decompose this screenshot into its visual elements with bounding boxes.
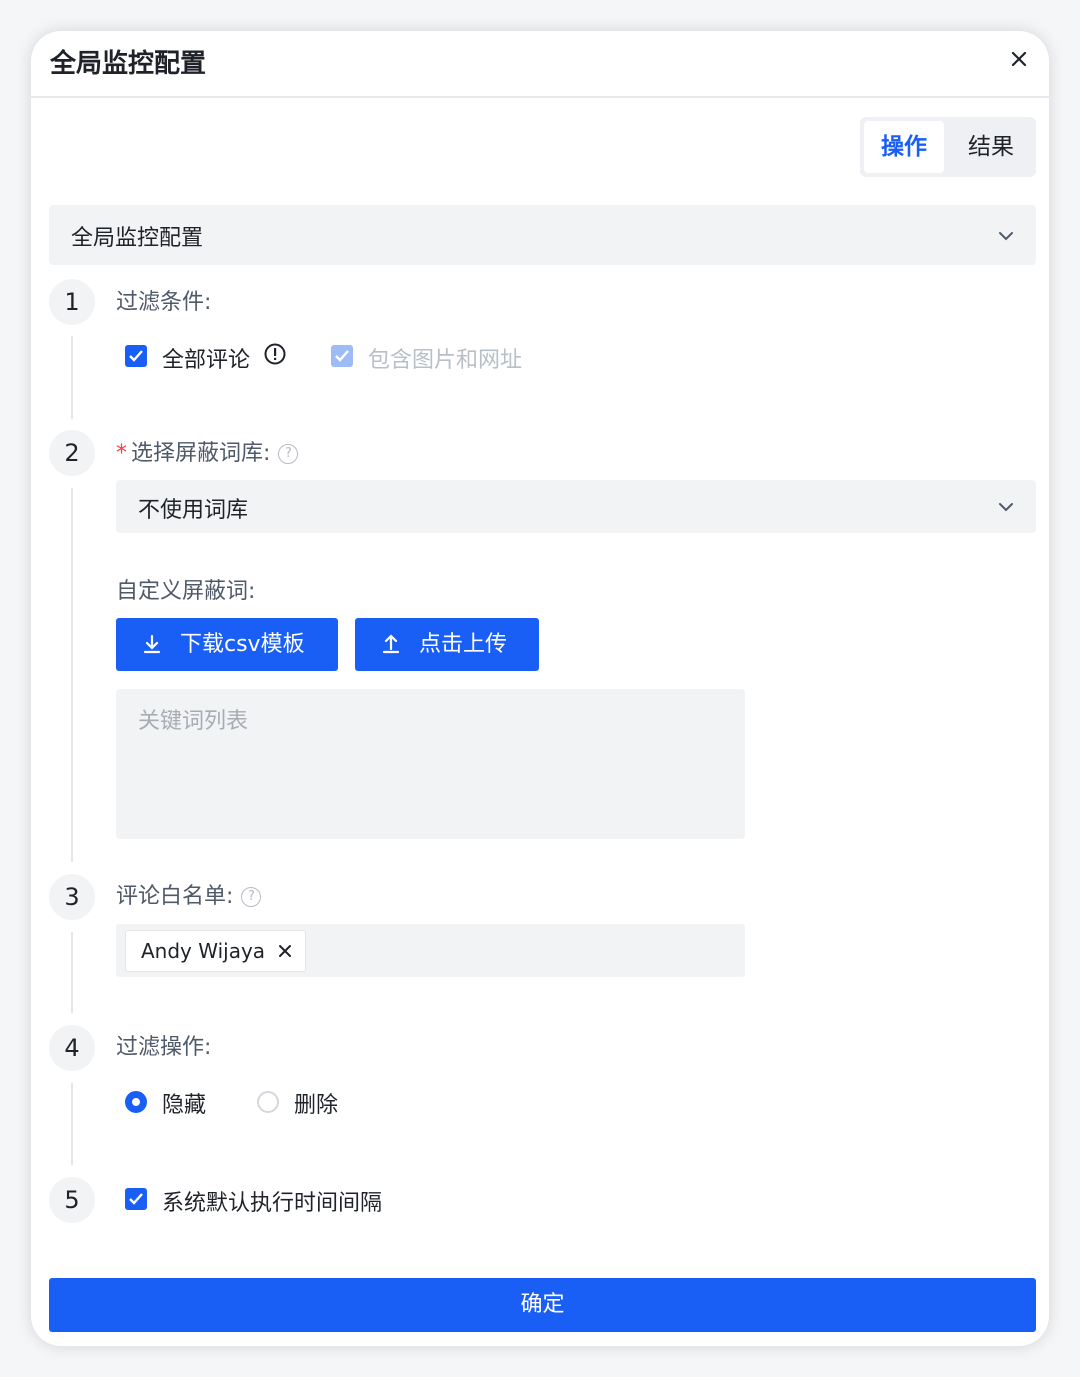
download-csv-template-button[interactable]: 下载csv模板 <box>116 618 338 671</box>
block-library-value: 不使用词库 <box>138 498 249 523</box>
whitelist-label: 评论白名单:? <box>116 878 262 910</box>
whitelist-tag: Andy Wijaya <box>125 930 307 972</box>
config-select[interactable]: 全局监控配置 <box>49 205 1036 265</box>
mode-switch: 操作 结果 <box>860 117 1036 177</box>
check-icon <box>129 1193 143 1205</box>
tab-operation[interactable]: 操作 <box>864 121 944 173</box>
check-icon <box>335 350 349 362</box>
step-connector <box>71 488 73 862</box>
dialog: 全局监控配置 操作 结果 全局监控配置 1 过滤条件: 全部评论 包含图片和网址… <box>31 31 1049 1346</box>
help-icon[interactable]: ? <box>278 444 299 464</box>
whitelist-input[interactable]: Andy Wijaya <box>116 924 745 977</box>
delete-radio[interactable] <box>257 1091 279 1113</box>
dialog-header: 全局监控配置 <box>31 31 1049 98</box>
upload-button[interactable]: 点击上传 <box>355 618 539 671</box>
keywords-placeholder: 关键词列表 <box>138 709 249 734</box>
hide-radio[interactable] <box>125 1091 147 1113</box>
filter-conditions-label: 过滤条件: <box>116 290 212 315</box>
default-interval-checkbox[interactable] <box>125 1188 147 1210</box>
all-comments-checkbox[interactable] <box>125 345 147 367</box>
tag-close-icon[interactable] <box>277 943 293 959</box>
keywords-textarea[interactable]: 关键词列表 <box>116 689 745 839</box>
chevron-down-icon <box>999 232 1013 241</box>
config-select-value: 全局监控配置 <box>71 226 204 251</box>
custom-words-label: 自定义屏蔽词: <box>116 579 256 604</box>
upload-button-label: 点击上传 <box>419 632 508 657</box>
hide-radio-label: 隐藏 <box>162 1093 207 1118</box>
step-connector <box>71 336 73 419</box>
block-library-label-text: 选择屏蔽词库: <box>131 441 271 466</box>
dialog-title: 全局监控配置 <box>50 49 207 79</box>
whitelist-tag-label: Andy Wijaya <box>141 939 266 963</box>
step-number-1: 1 <box>49 279 95 325</box>
help-icon[interactable]: ? <box>241 887 262 907</box>
whitelist-label-text: 评论白名单: <box>116 884 234 909</box>
upload-icon <box>382 634 400 654</box>
required-mark: * <box>116 441 127 466</box>
step-number-3: 3 <box>49 874 95 920</box>
confirm-button[interactable]: 确定 <box>49 1278 1036 1332</box>
default-interval-label: 系统默认执行时间间隔 <box>162 1191 383 1216</box>
step-number-5: 5 <box>49 1177 95 1223</box>
filter-action-label: 过滤操作: <box>116 1035 212 1060</box>
all-comments-label: 全部评论 <box>162 348 251 373</box>
include-media-label: 包含图片和网址 <box>368 348 523 373</box>
check-icon <box>129 350 143 362</box>
step-number-2: 2 <box>49 430 95 476</box>
download-icon <box>143 634 161 654</box>
include-media-checkbox <box>331 345 353 367</box>
delete-radio-label: 删除 <box>294 1093 339 1118</box>
download-button-label: 下载csv模板 <box>180 632 305 657</box>
step-connector <box>71 932 73 1013</box>
tab-result[interactable]: 结果 <box>950 121 1032 173</box>
block-library-label: * 选择屏蔽词库:? <box>116 435 299 467</box>
block-library-select[interactable]: 不使用词库 <box>116 480 1036 533</box>
chevron-down-icon <box>999 503 1013 512</box>
close-icon[interactable] <box>1003 43 1035 75</box>
step-number-4: 4 <box>49 1025 95 1071</box>
step-connector <box>71 1083 73 1165</box>
info-icon[interactable] <box>264 343 286 365</box>
